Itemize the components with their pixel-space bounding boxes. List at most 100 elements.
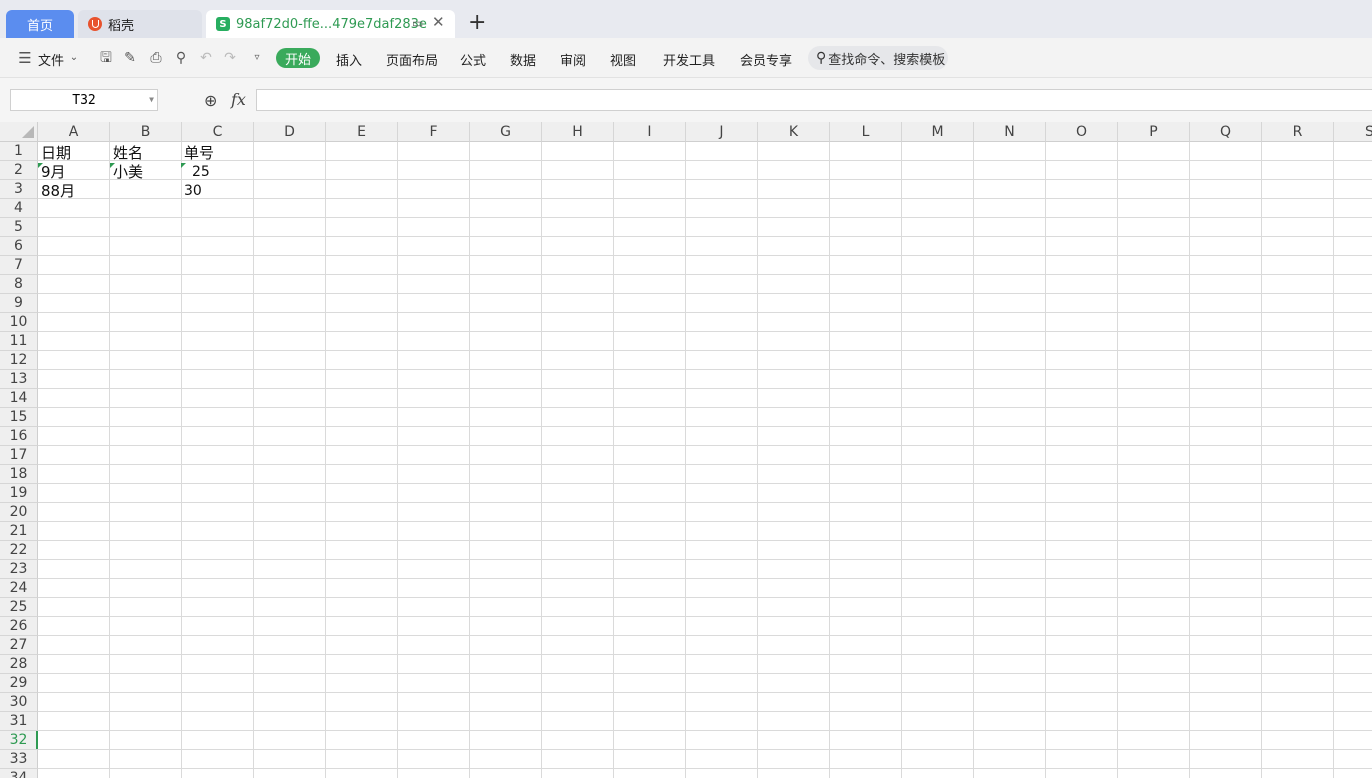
menu-insert[interactable]: 插入	[336, 50, 362, 69]
row-header-4[interactable]: 4	[0, 199, 38, 218]
column-header-M[interactable]: M	[902, 122, 974, 142]
print-icon[interactable]: ⎙	[148, 50, 164, 66]
hamburger-menu-icon[interactable]: ☰	[17, 50, 33, 66]
row-header-10[interactable]: 10	[0, 313, 38, 332]
column-header-D[interactable]: D	[254, 122, 326, 142]
row-header-30[interactable]: 30	[0, 693, 38, 712]
menu-developer-tools[interactable]: 开发工具	[663, 50, 715, 69]
cell-B2[interactable]: 小美	[109, 163, 143, 182]
row-header-28[interactable]: 28	[0, 655, 38, 674]
command-search-label: 查找命令、搜索模板	[828, 52, 946, 68]
row-header-6[interactable]: 6	[0, 237, 38, 256]
add-tab-icon[interactable]: +	[468, 12, 486, 34]
formula-bar: T32 ▼ ⊕ fx	[0, 78, 1372, 122]
column-header-B[interactable]: B	[110, 122, 182, 142]
column-header-O[interactable]: O	[1046, 122, 1118, 142]
column-header-P[interactable]: P	[1118, 122, 1190, 142]
row-header-25[interactable]: 25	[0, 598, 38, 617]
row-header-33[interactable]: 33	[0, 750, 38, 769]
cell-C2[interactable]: 25	[181, 163, 210, 182]
cell-C3[interactable]: 30	[184, 182, 202, 201]
zoom-icon[interactable]: ⊕	[204, 91, 217, 110]
save-icon[interactable]: 🖫	[98, 50, 114, 66]
row-header-15[interactable]: 15	[0, 408, 38, 427]
row-header-22[interactable]: 22	[0, 541, 38, 560]
row-header-7[interactable]: 7	[0, 256, 38, 275]
column-header-H[interactable]: H	[542, 122, 614, 142]
row-header-1[interactable]: 1	[0, 142, 38, 161]
row-header-19[interactable]: 19	[0, 484, 38, 503]
menu-data[interactable]: 数据	[510, 50, 536, 69]
spreadsheet-grid[interactable]: ABCDEFGHIJKLMNOPQRS 1 2 3 4 5 6 7 8 9 10 11 12 13 14 1…	[0, 122, 1372, 778]
redo-icon[interactable]: ↷	[222, 50, 238, 66]
undo-icon[interactable]: ↶	[198, 50, 214, 66]
tab-daoke[interactable]: 稻壳	[78, 10, 202, 38]
column-header-A[interactable]: A	[38, 122, 110, 142]
menu-file[interactable]: 文件	[38, 50, 64, 69]
column-header-L[interactable]: L	[830, 122, 902, 142]
close-tab-icon[interactable]: ✕	[432, 13, 445, 31]
chevron-down-icon[interactable]: ▼	[149, 95, 154, 104]
menu-view[interactable]: 视图	[610, 50, 636, 69]
tab-document[interactable]: S 98af72d0-ffe...479e7daf283e ▭ ✕	[206, 10, 455, 38]
row-header-27[interactable]: 27	[0, 636, 38, 655]
fx-icon[interactable]: fx	[231, 90, 246, 109]
column-header-G[interactable]: G	[470, 122, 542, 142]
menu-review[interactable]: 审阅	[560, 50, 586, 69]
column-header-J[interactable]: J	[686, 122, 758, 142]
row-header-2[interactable]: 2	[0, 161, 38, 180]
grid-lines	[38, 142, 1372, 778]
menu-bar: ☰ 文件 ⌄ 🖫 ✎ ⎙ ⚲ ↶ ↷ ▿ 开始 插入 页面布局 公式 数据 审阅…	[0, 38, 1372, 78]
column-header-I[interactable]: I	[614, 122, 686, 142]
row-header-24[interactable]: 24	[0, 579, 38, 598]
menu-formula[interactable]: 公式	[460, 50, 486, 69]
row-header-18[interactable]: 18	[0, 465, 38, 484]
row-header-16[interactable]: 16	[0, 427, 38, 446]
column-header-S[interactable]: S	[1334, 122, 1372, 142]
cell-C1[interactable]: 单号	[184, 144, 214, 163]
formula-input[interactable]	[256, 89, 1372, 111]
row-header-5[interactable]: 5	[0, 218, 38, 237]
row-header-32[interactable]: 32	[0, 731, 38, 750]
row-header-17[interactable]: 17	[0, 446, 38, 465]
row-header-8[interactable]: 8	[0, 275, 38, 294]
column-header-R[interactable]: R	[1262, 122, 1334, 142]
format-painter-icon[interactable]: ✎	[122, 50, 138, 66]
row-header-34[interactable]: 34	[0, 769, 38, 778]
column-header-C[interactable]: C	[182, 122, 254, 142]
row-header-13[interactable]: 13	[0, 370, 38, 389]
cell-B1[interactable]: 姓名	[113, 144, 143, 163]
row-header-31[interactable]: 31	[0, 712, 38, 731]
row-header-3[interactable]: 3	[0, 180, 38, 199]
column-header-E[interactable]: E	[326, 122, 398, 142]
menu-start[interactable]: 开始	[276, 48, 320, 68]
tab-home[interactable]: 首页	[6, 10, 74, 38]
row-header-21[interactable]: 21	[0, 522, 38, 541]
column-header-F[interactable]: F	[398, 122, 470, 142]
row-header-9[interactable]: 9	[0, 294, 38, 313]
chevron-down-icon[interactable]: ⌄	[66, 50, 82, 66]
command-search[interactable]: ⚲ 查找命令、搜索模板	[808, 46, 948, 70]
row-header-23[interactable]: 23	[0, 560, 38, 579]
column-header-K[interactable]: K	[758, 122, 830, 142]
menu-page-layout[interactable]: 页面布局	[386, 50, 438, 69]
print-preview-icon[interactable]: ⚲	[173, 50, 189, 66]
row-header-11[interactable]: 11	[0, 332, 38, 351]
tab-bar: 首页 稻壳 S 98af72d0-ffe...479e7daf283e ▭ ✕ …	[0, 0, 1372, 38]
row-header-14[interactable]: 14	[0, 389, 38, 408]
row-header-12[interactable]: 12	[0, 351, 38, 370]
cell-A1[interactable]: 日期	[41, 144, 71, 163]
column-header-Q[interactable]: Q	[1190, 122, 1262, 142]
spreadsheet-logo-icon: S	[216, 17, 230, 31]
row-header-20[interactable]: 20	[0, 503, 38, 522]
row-header-26[interactable]: 26	[0, 617, 38, 636]
cell-A2[interactable]: 9月	[38, 163, 66, 182]
name-box[interactable]: T32 ▼	[10, 89, 158, 111]
customize-toolbar-icon[interactable]: ▿	[249, 50, 265, 66]
menu-member[interactable]: 会员专享	[740, 50, 792, 69]
row-header-29[interactable]: 29	[0, 674, 38, 693]
column-header-N[interactable]: N	[974, 122, 1046, 142]
daoke-logo-icon	[88, 17, 102, 31]
pin-window-icon[interactable]: ▭	[412, 16, 423, 30]
cell-A3[interactable]: 88月	[41, 182, 75, 201]
